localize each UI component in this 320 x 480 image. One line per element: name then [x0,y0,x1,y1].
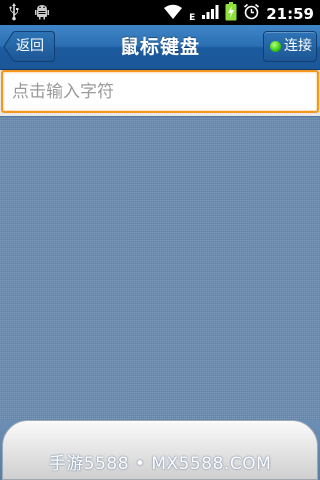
mouse-click-button[interactable]: 手游5588 • MX5588.COM [2,420,318,480]
battery-charging-icon [225,2,237,25]
text-input[interactable] [3,72,317,111]
text-input-container [1,70,319,113]
android-debug-icon [34,4,50,24]
connection-status-icon [270,41,281,52]
connect-button[interactable]: 连接 [263,31,317,62]
watermark-text: 手游5588 • MX5588.COM [48,454,272,474]
status-bar: E 21:59 [0,0,320,25]
usb-icon [8,3,20,25]
title-bar: 返回 鼠标键盘 连接 [0,25,320,70]
connect-button-label: 连接 [284,38,312,54]
wifi-icon [163,4,183,24]
touchpad-area[interactable] [0,116,320,421]
network-type-label: E [189,12,196,23]
status-left [8,3,50,25]
signal-icon [201,4,219,24]
clock: 21:59 [266,4,314,23]
status-right: E 21:59 [163,2,314,25]
click-pad-area: 手游5588 • MX5588.COM [0,420,320,480]
alarm-icon [243,3,260,24]
